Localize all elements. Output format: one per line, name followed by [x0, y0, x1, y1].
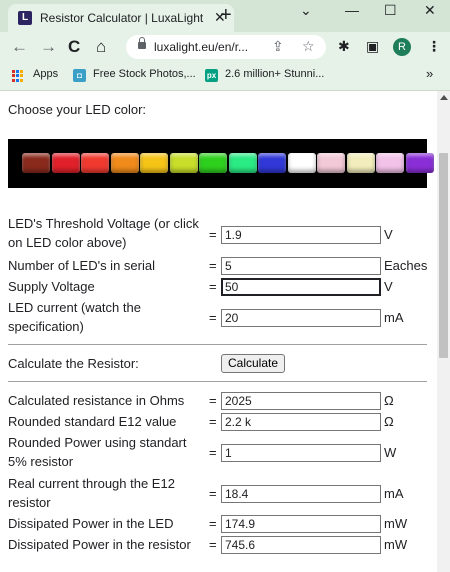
led-color-swatch[interactable]	[22, 153, 50, 173]
divider	[8, 344, 427, 345]
tab-bar: L Resistor Calculator | LuxaLight ✕ + ⌄ …	[0, 0, 450, 32]
led-power-label: Dissipated Power in the LED	[8, 516, 174, 531]
led-color-swatch[interactable]	[199, 153, 227, 173]
scrollbar-thumb[interactable]	[439, 153, 448, 358]
extensions-puzzle-icon[interactable]: ✱	[338, 38, 350, 55]
led-color-swatch[interactable]	[81, 153, 109, 173]
equals-sign: =	[209, 486, 217, 501]
led-current-label: LED current (watch the specification)	[8, 300, 141, 334]
side-panel-icon[interactable]: ▣	[366, 38, 379, 55]
led-color-picker	[8, 139, 434, 188]
menu-kebab-icon[interactable]: ⋮	[427, 38, 441, 55]
photo-bookmark-icon: ◘	[73, 69, 86, 82]
led-color-swatch[interactable]	[405, 153, 434, 173]
calculated-resistance-unit: Ω	[384, 393, 394, 408]
url-text[interactable]: luxalight.eu/en/r...	[154, 40, 248, 54]
supply-voltage-input[interactable]	[221, 278, 381, 296]
e12-value-output[interactable]	[221, 413, 381, 431]
window-close-icon[interactable]: ✕	[424, 2, 436, 19]
led-current-unit: mA	[384, 310, 404, 325]
more-bookmarks-chevron-icon[interactable]: »	[426, 66, 433, 81]
supply-voltage-label: Supply Voltage	[8, 279, 95, 294]
pexels-bookmark-icon: px	[205, 69, 218, 82]
led-count-input[interactable]	[221, 257, 381, 275]
led-current-input[interactable]	[221, 309, 381, 327]
threshold-voltage-label: LED's Threshold Voltage (or click on LED…	[8, 216, 199, 250]
lock-icon[interactable]	[138, 37, 146, 49]
equals-sign: =	[209, 310, 217, 325]
rounded-power-unit: W	[384, 445, 397, 460]
led-color-swatch[interactable]	[376, 153, 404, 173]
choose-color-label: Choose your LED color:	[8, 102, 147, 117]
resistor-power-output[interactable]	[221, 536, 381, 554]
equals-sign: =	[209, 258, 217, 273]
address-bar[interactable]: luxalight.eu/en/r... ⇪ ☆	[126, 35, 326, 59]
led-count-unit: Eaches	[384, 258, 428, 273]
threshold-voltage-unit: V	[384, 227, 393, 242]
real-current-output[interactable]	[221, 485, 381, 503]
led-color-swatch[interactable]	[287, 153, 316, 173]
divider	[8, 381, 427, 382]
real-current-unit: mA	[384, 486, 404, 501]
minimize-icon[interactable]: —	[345, 2, 359, 18]
bookmark-star-icon[interactable]: ☆	[302, 38, 315, 55]
active-tab[interactable]: L Resistor Calculator | LuxaLight ✕	[8, 4, 234, 32]
forward-arrow-icon[interactable]: →	[40, 37, 57, 57]
calculated-resistance-output[interactable]	[221, 392, 381, 410]
bookmark-apps[interactable]: Apps	[33, 68, 58, 80]
maximize-icon[interactable]: ☐	[384, 2, 397, 19]
equals-sign: =	[209, 537, 217, 552]
led-color-swatch[interactable]	[140, 153, 168, 173]
led-color-swatch[interactable]	[51, 153, 80, 173]
calculator-page: Choose your LED color: LED's Threshold V…	[0, 91, 437, 572]
reload-icon[interactable]: C	[68, 37, 80, 57]
scroll-up-arrow-icon[interactable]	[440, 95, 448, 100]
resistor-power-label: Dissipated Power in the resistor	[8, 537, 191, 552]
led-color-swatch[interactable]	[317, 153, 345, 173]
e12-value-label: Rounded standard E12 value	[8, 414, 177, 429]
equals-sign: =	[209, 414, 217, 429]
equals-sign: =	[209, 393, 217, 408]
led-color-swatch[interactable]	[110, 153, 139, 173]
share-icon[interactable]: ⇪	[272, 38, 284, 55]
equals-sign: =	[209, 227, 217, 242]
led-color-swatch[interactable]	[346, 153, 375, 173]
rounded-power-label: Rounded Power using standart 5% resistor	[8, 435, 187, 469]
bookmark-free-stock-photos[interactable]: Free Stock Photos,...	[93, 68, 196, 80]
equals-sign: =	[209, 516, 217, 531]
calculate-label: Calculate the Resistor:	[8, 356, 139, 371]
led-color-swatch[interactable]	[258, 153, 286, 173]
tab-title: Resistor Calculator | LuxaLight	[40, 11, 204, 25]
threshold-voltage-input[interactable]	[221, 226, 381, 244]
resistor-power-unit: mW	[384, 537, 408, 552]
led-power-unit: mW	[384, 516, 408, 531]
supply-voltage-unit: V	[384, 279, 393, 294]
led-count-label: Number of LED's in serial	[8, 258, 155, 273]
apps-grid-icon[interactable]	[12, 70, 24, 82]
profile-avatar[interactable]: R	[393, 38, 411, 56]
vertical-scrollbar[interactable]	[437, 91, 450, 572]
bookmarks-bar: Apps ◘ Free Stock Photos,... px 2.6 mill…	[0, 62, 450, 91]
tab-search-chevron-icon[interactable]: ⌄	[300, 2, 312, 19]
led-color-swatch[interactable]	[169, 153, 198, 173]
rounded-power-output[interactable]	[221, 444, 381, 462]
bookmark-stunning-photos[interactable]: 2.6 million+ Stunni...	[225, 68, 324, 80]
browser-toolbar: ← → C ⌂ luxalight.eu/en/r... ⇪ ☆ ✱ ▣ R ⋮	[0, 32, 450, 62]
equals-sign: =	[209, 445, 217, 460]
e12-value-unit: Ω	[384, 414, 394, 429]
back-arrow-icon[interactable]: ←	[11, 37, 28, 57]
equals-sign: =	[209, 279, 217, 294]
led-color-swatch[interactable]	[228, 153, 257, 173]
led-power-output[interactable]	[221, 515, 381, 533]
home-icon[interactable]: ⌂	[96, 37, 106, 57]
calculated-resistance-label: Calculated resistance in Ohms	[8, 393, 185, 408]
calculate-button[interactable]: Calculate	[221, 354, 286, 373]
luxalight-favicon-icon: L	[18, 11, 32, 25]
new-tab-icon[interactable]: +	[220, 4, 232, 27]
real-current-label: Real current through the E12 resistor	[8, 476, 175, 510]
